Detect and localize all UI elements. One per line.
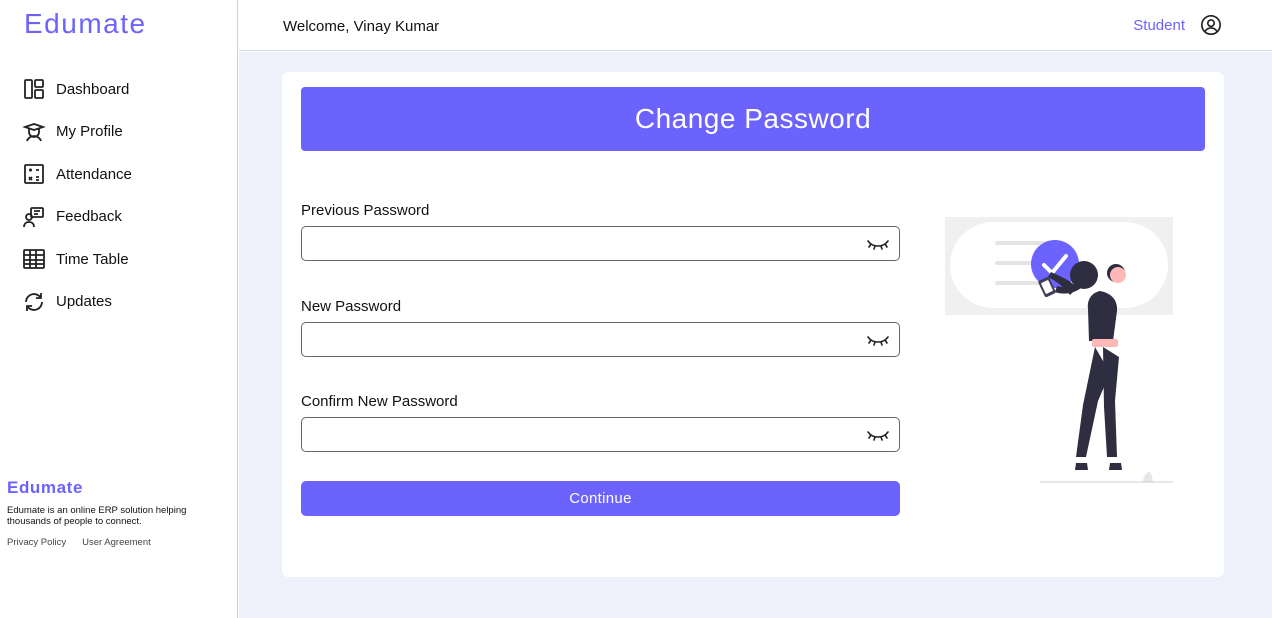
sidebar-nav: Dashboard My Profile Attendance Feedback…	[22, 68, 132, 323]
updates-icon	[25, 292, 43, 311]
profile-icon	[22, 122, 46, 142]
sidebar-item-label: Updates	[56, 293, 112, 311]
dashboard-icon	[24, 79, 44, 100]
welcome-text: Welcome, Vinay Kumar	[283, 18, 440, 35]
sidebar-item-my-profile[interactable]: My Profile	[22, 111, 132, 154]
new-password-input[interactable]	[302, 323, 899, 356]
confirm-password-field	[301, 417, 900, 452]
previous-password-field	[301, 226, 900, 261]
page-title: Change Password	[634, 103, 872, 134]
sidebar-item-updates[interactable]: Updates	[22, 281, 132, 324]
sidebar-item-label: Feedback	[56, 208, 122, 226]
eye-closed-icon[interactable]	[867, 238, 889, 250]
confirm-password-label: Confirm New Password	[301, 393, 458, 410]
previous-password-label: Previous Password	[301, 202, 430, 219]
user-agreement-link[interactable]: User Agreement	[82, 537, 151, 548]
sidebar-item-time-table[interactable]: Time Table	[22, 238, 132, 281]
sidebar-item-label: Attendance	[56, 165, 132, 183]
main-content: Change Password Previous Password New Pa…	[239, 52, 1272, 618]
sidebar-item-attendance[interactable]: Attendance	[22, 153, 132, 196]
password-success-illustration	[945, 217, 1173, 483]
continue-button[interactable]: Continue	[301, 481, 900, 516]
sidebar-item-label: Dashboard	[56, 80, 130, 98]
eye-closed-icon[interactable]	[867, 334, 889, 346]
new-password-field	[301, 322, 900, 357]
sidebar-item-label: My Profile	[56, 123, 123, 141]
user-role: Student	[1133, 17, 1185, 34]
topbar: Welcome, Vinay Kumar Student	[239, 0, 1272, 51]
card-header: Change Password	[301, 87, 1205, 151]
sidebar: Edumate Dashboard My Profile Attendance …	[0, 0, 238, 618]
previous-password-input[interactable]	[302, 227, 899, 260]
privacy-policy-link[interactable]: Privacy Policy	[7, 537, 66, 548]
timetable-icon	[23, 249, 45, 270]
feedback-icon	[23, 206, 44, 227]
footer-links: Privacy Policy User Agreement	[7, 537, 151, 548]
footer-description: Edumate is an online ERP solution helpin…	[7, 505, 187, 527]
attendance-icon	[24, 164, 44, 185]
confirm-password-input[interactable]	[302, 418, 899, 451]
brand-logo[interactable]: Edumate	[24, 8, 147, 40]
change-password-card: Change Password Previous Password New Pa…	[282, 72, 1224, 577]
footer-brand: Edumate	[7, 478, 83, 497]
user-circle-icon[interactable]	[1200, 14, 1222, 36]
sidebar-item-feedback[interactable]: Feedback	[22, 196, 132, 239]
new-password-label: New Password	[301, 298, 402, 315]
sidebar-item-dashboard[interactable]: Dashboard	[22, 68, 132, 111]
eye-closed-icon[interactable]	[867, 429, 889, 441]
sidebar-item-label: Time Table	[56, 250, 129, 268]
